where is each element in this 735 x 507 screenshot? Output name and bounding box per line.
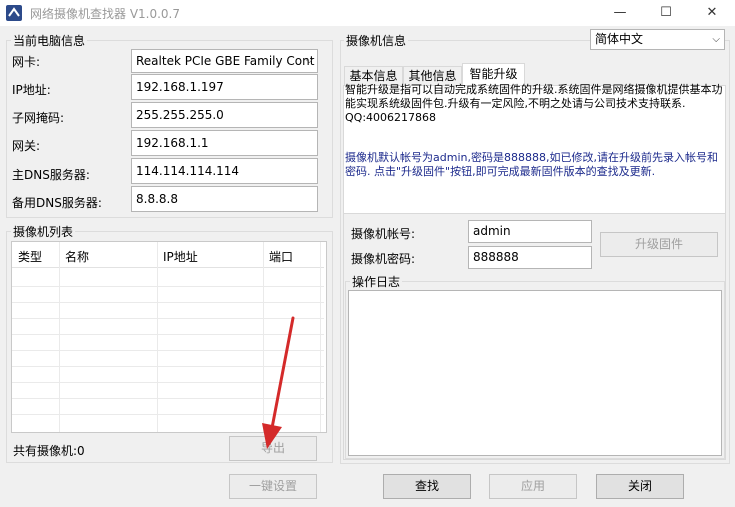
column-divider [320, 242, 321, 432]
column-header-ip[interactable]: IP地址 [163, 248, 198, 265]
annotation-arrow-icon [262, 316, 295, 449]
gateway-field[interactable]: 192.168.1.1 [131, 130, 318, 156]
camera-info-title: 摄像机信息 [344, 32, 409, 49]
dns1-label: 主DNS服务器: [12, 168, 90, 182]
apply-button[interactable]: 应用 [489, 474, 577, 499]
primary-dns-field[interactable]: 114.114.114.114 [131, 158, 318, 184]
camera-count-label: 共有摄像机:0 [13, 444, 85, 458]
app-camera-icon [6, 5, 22, 21]
window-title: 网络摄像机查找器 V1.0.0.7 [30, 7, 181, 21]
find-button[interactable]: 查找 [383, 474, 471, 499]
row-divider [12, 302, 324, 303]
password-label: 摄像机密码: [351, 252, 416, 266]
log-textarea[interactable] [348, 290, 722, 456]
nic-label: 网卡: [12, 55, 41, 69]
upgrade-firmware-button[interactable]: 升级固件 [600, 232, 718, 257]
nic-select[interactable]: Realtek PCIe GBE Family Cont ⌵ [131, 49, 318, 73]
log-title: 操作日志 [350, 273, 403, 290]
maximize-button[interactable]: ☐ [643, 0, 689, 26]
camera-list-title: 摄像机列表 [11, 223, 76, 240]
close-window-button[interactable]: ✕ [689, 0, 735, 26]
column-divider [157, 242, 158, 432]
upgrade-note: 摄像机默认帐号为admin,密码是888888,如已修改,请在升级前先录入帐号和… [345, 151, 718, 178]
ip-field[interactable]: 192.168.1.197 [131, 74, 318, 100]
account-label: 摄像机帐号: [351, 227, 416, 241]
password-field[interactable]: 888888 [468, 246, 592, 269]
mask-label: 子网掩码: [12, 111, 65, 125]
column-header-type[interactable]: 类型 [18, 248, 42, 265]
pc-info-title: 当前电脑信息 [11, 32, 88, 49]
ip-label: IP地址: [12, 83, 51, 97]
account-field[interactable]: admin [468, 220, 592, 243]
upgrade-description: 智能升级是指可以自动完成系统固件的升级.系统固件是网络摄像机提供基本功能实现系统… [345, 83, 723, 124]
dns2-label: 备用DNS服务器: [12, 196, 102, 210]
one-key-setup-button[interactable]: 一键设置 [229, 474, 317, 499]
nic-select-value: Realtek PCIe GBE Family Cont [136, 54, 315, 68]
column-header-name[interactable]: 名称 [65, 248, 89, 265]
column-header-port[interactable]: 端口 [269, 248, 293, 265]
subnet-mask-field[interactable]: 255.255.255.0 [131, 102, 318, 128]
language-select[interactable]: 简体中文 ⌵ [590, 29, 725, 50]
gateway-label: 网关: [12, 139, 41, 153]
chevron-down-icon: ⌵ [305, 55, 313, 66]
close-button[interactable]: 关闭 [596, 474, 684, 499]
chevron-down-icon: ⌵ [712, 34, 720, 45]
column-divider [59, 242, 60, 432]
secondary-dns-field[interactable]: 8.8.8.8 [131, 186, 318, 212]
language-select-value: 简体中文 [595, 32, 644, 46]
row-divider [12, 286, 324, 287]
minimize-button[interactable]: — [597, 0, 643, 26]
